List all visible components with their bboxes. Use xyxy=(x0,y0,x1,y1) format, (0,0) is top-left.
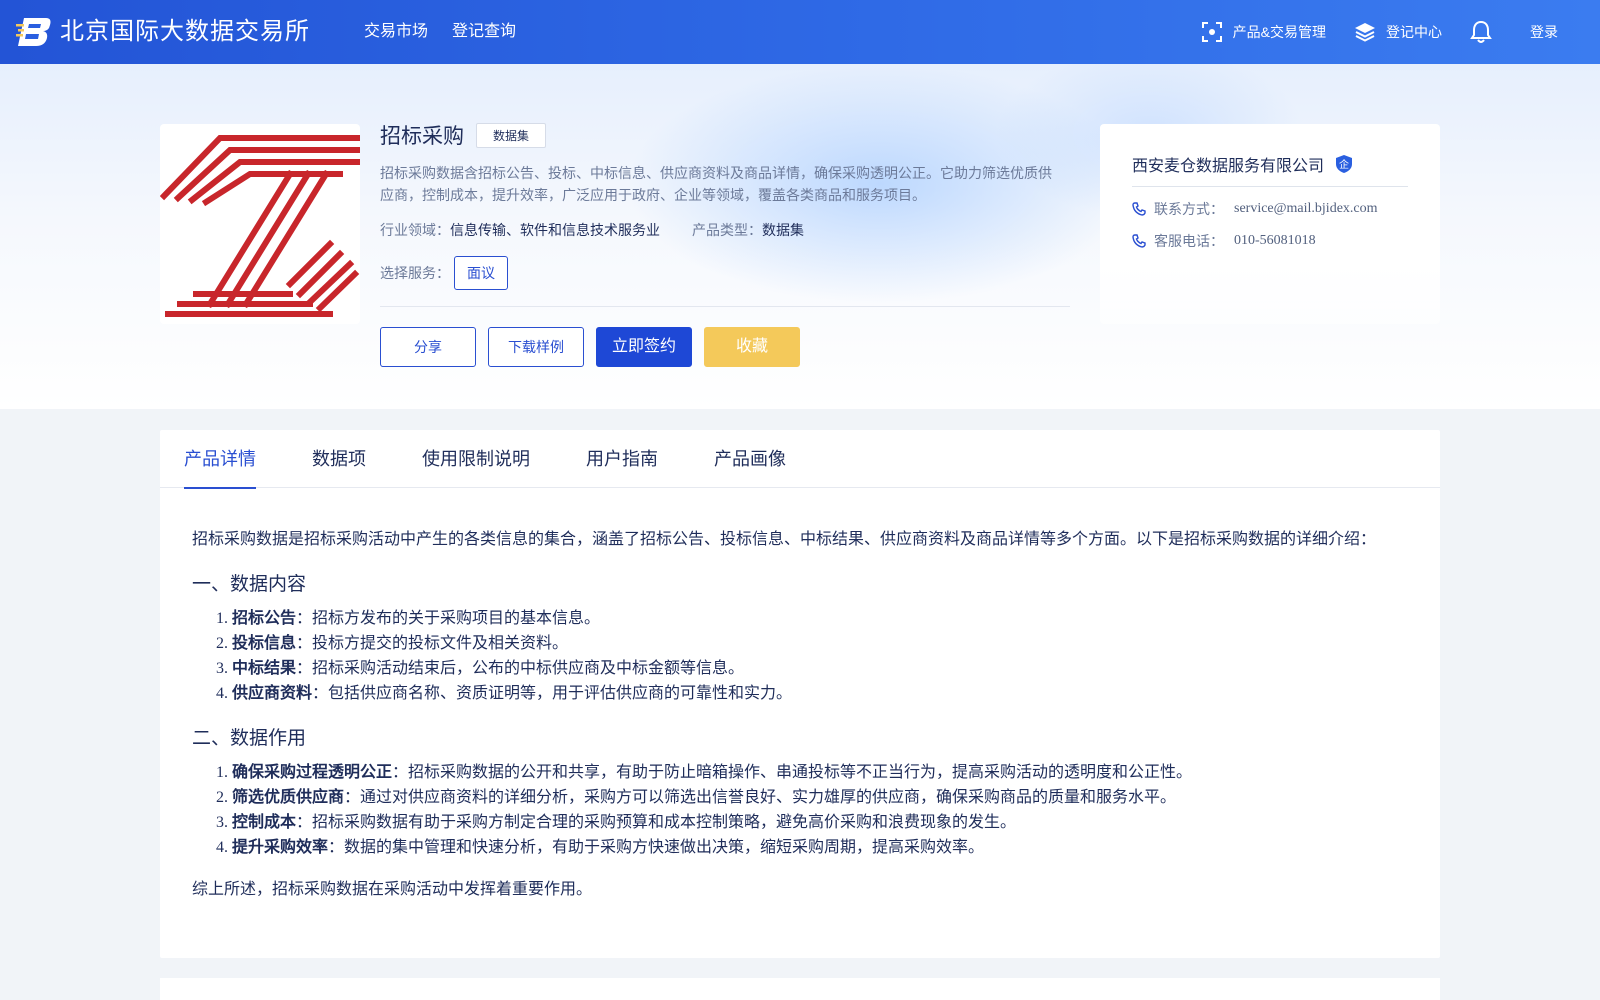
product-description: 招标采购数据含招标公告、投标、中标信息、供应商资料及商品详情，确保采购透明公正。… xyxy=(380,165,1052,203)
product-title: 招标采购 xyxy=(380,125,464,148)
main-nav: 交易市场 登记查询 xyxy=(364,20,516,44)
section-data-role-title: 二、数据作用 xyxy=(192,728,307,749)
nav-trade-market[interactable]: 交易市场 xyxy=(364,20,428,44)
list-item: 中标结果：招标采购活动结束后，公布的中标供应商及中标金额等信息。 xyxy=(232,656,1408,681)
phone-icon xyxy=(1132,234,1146,248)
scan-focus-icon xyxy=(1201,22,1222,42)
list-item-text: ：通过对供应商资料的详细分析，采购方可以筛选出信誉良好、实力雄厚的供应商，确保采… xyxy=(344,789,1177,806)
section-data-content-title: 一、数据内容 xyxy=(192,574,307,595)
download-sample-button[interactable]: 下载样例 xyxy=(488,327,584,367)
list-item: 筛选优质供应商：通过对供应商资料的详细分析，采购方可以筛选出信誉良好、实力雄厚的… xyxy=(232,785,1408,810)
login-link[interactable]: 登录 xyxy=(1530,22,1558,42)
product-type-tag: 数据集 xyxy=(476,122,547,148)
tab-usage-restrictions[interactable]: 使用限制说明 xyxy=(422,430,530,488)
nav-registry-query[interactable]: 登记查询 xyxy=(452,20,516,44)
list-item-text: ：招标采购数据的公开和共享，有助于防止暗箱操作、串通投标等不正当行为，提高采购活… xyxy=(392,764,1193,781)
list-item-term: 控制成本 xyxy=(232,814,297,831)
tab-product-details[interactable]: 产品详情 xyxy=(184,430,256,489)
detail-tabs: 产品详情 数据项 使用限制说明 用户指南 产品画像 xyxy=(160,430,1440,489)
industry-value: 信息传输、软件和信息技术服务业 xyxy=(450,222,660,238)
enterprise-badge-text: 企 xyxy=(1339,158,1349,171)
contact-email-row: 联系方式： service@mail.bjidex.com xyxy=(1132,199,1408,219)
phone-label: 客服电话： xyxy=(1154,233,1224,249)
list-item: 投标信息：投标方提交的投标文件及相关资料。 xyxy=(232,631,1408,656)
list-item: 供应商资料：包括供应商名称、资质证明等，用于评估供应商的可靠性和实力。 xyxy=(232,681,1408,706)
list-item: 提升采购效率：数据的集中管理和快速分析，有助于采购方快速做出决策，缩短采购周期，… xyxy=(232,835,1408,860)
tab-product-profile[interactable]: 产品画像 xyxy=(714,430,786,488)
user-nav: 产品&交易管理 登记中心 登录 xyxy=(1173,18,1558,46)
list-item-term: 投标信息 xyxy=(232,635,297,652)
service-selector: 选择服务： 面议 xyxy=(380,256,1068,290)
contact-label: 联系方式： xyxy=(1154,201,1224,217)
provider-z-logo-icon xyxy=(160,135,360,317)
phone-icon xyxy=(1132,202,1146,216)
layers-icon xyxy=(1355,23,1375,42)
product-meta: 行业领域：信息传输、软件和信息技术服务业 产品类型：数据集 xyxy=(380,220,1068,240)
industry-label: 行业领域： xyxy=(380,222,450,238)
registry-center-link[interactable]: 登记中心 xyxy=(1354,21,1442,43)
product-info: 招标采购 数据集 招标采购数据含招标公告、投标、中标信息、供应商资料及商品详情，… xyxy=(380,120,1070,367)
data-content-list: 招标公告：招标方发布的关于采购项目的基本信息。 投标信息：投标方提交的投标文件及… xyxy=(192,606,1408,706)
list-item-term: 确保采购过程透明公正 xyxy=(232,764,393,781)
contact-phone-row: 客服电话： 010-56081018 xyxy=(1132,231,1408,251)
product-article: 招标采购数据是招标采购活动中产生的各类信息的集合，涵盖了招标公告、投标信息、中标… xyxy=(160,488,1440,902)
service-label: 选择服务： xyxy=(380,265,450,281)
product-type-label: 产品类型： xyxy=(692,222,762,238)
tab-user-guide[interactable]: 用户指南 xyxy=(586,430,658,488)
bell-icon xyxy=(1470,20,1492,43)
list-item-text: ：包括供应商名称、资质证明等，用于评估供应商的可靠性和实力。 xyxy=(312,685,793,702)
exchange-logo-icon[interactable] xyxy=(16,14,52,48)
article-intro: 招标采购数据是招标采购活动中产生的各类信息的集合，涵盖了招标公告、投标信息、中标… xyxy=(192,531,1377,548)
list-item-term: 筛选优质供应商 xyxy=(232,789,345,806)
favorite-button[interactable]: 收藏 xyxy=(704,327,800,367)
product-hero: 招标采购 数据集 招标采购数据含招标公告、投标、中标信息、供应商资料及商品详情，… xyxy=(0,64,1600,409)
product-trade-management-link[interactable]: 产品&交易管理 xyxy=(1201,21,1326,43)
list-item-term: 提升采购效率 xyxy=(232,839,329,856)
next-section-panel xyxy=(160,978,1440,1000)
product-type-value: 数据集 xyxy=(762,222,804,238)
service-option-negotiable[interactable]: 面议 xyxy=(454,256,508,290)
product-detail-panel: 产品详情 数据项 使用限制说明 用户指南 产品画像 招标采购数据是招标采购活动中… xyxy=(160,430,1440,958)
company-name-row: 西安麦仓数据服务有限公司 企 xyxy=(1132,152,1408,176)
list-item: 招标公告：招标方发布的关于采购项目的基本信息。 xyxy=(232,606,1408,631)
card-divider xyxy=(1132,186,1408,187)
list-item-text: ：招标方发布的关于采购项目的基本信息。 xyxy=(296,610,601,627)
list-item-text: ：招标采购活动结束后，公布的中标供应商及中标金额等信息。 xyxy=(296,660,745,677)
data-role-list: 确保采购过程透明公正：招标采购数据的公开和共享，有助于防止暗箱操作、串通投标等不… xyxy=(192,760,1408,860)
sign-now-button[interactable]: 立即签约 xyxy=(596,327,692,367)
company-card: 西安麦仓数据服务有限公司 企 联系方式： service@mail.bjidex… xyxy=(1100,124,1440,324)
product-title-row: 招标采购 数据集 xyxy=(380,120,1068,150)
share-button[interactable]: 分享 xyxy=(380,327,476,367)
list-item-term: 供应商资料 xyxy=(232,685,313,702)
phone-number[interactable]: 010-56081018 xyxy=(1234,233,1316,249)
registry-center-label: 登记中心 xyxy=(1386,24,1442,40)
list-item-text: ：投标方提交的投标文件及相关资料。 xyxy=(296,635,569,652)
company-name[interactable]: 西安麦仓数据服务有限公司 xyxy=(1132,152,1324,176)
contact-email[interactable]: service@mail.bjidex.com xyxy=(1234,201,1378,217)
product-trade-management-label: 产品&交易管理 xyxy=(1232,24,1326,40)
list-item-term: 中标结果 xyxy=(232,660,297,677)
article-summary: 综上所述，招标采购数据在采购活动中发挥着重要作用。 xyxy=(192,881,593,898)
list-item-text: ：招标采购数据有助于采购方制定合理的采购预算和成本控制策略，避免高价采购和浪费现… xyxy=(296,814,1017,831)
list-item: 控制成本：招标采购数据有助于采购方制定合理的采购预算和成本控制策略，避免高价采购… xyxy=(232,810,1408,835)
info-divider xyxy=(380,306,1070,307)
list-item: 确保采购过程透明公正：招标采购数据的公开和共享，有助于防止暗箱操作、串通投标等不… xyxy=(232,760,1408,785)
site-title[interactable]: 北京国际大数据交易所 xyxy=(60,16,310,48)
product-logo xyxy=(160,124,360,324)
product-actions: 分享 下载样例 立即签约 收藏 xyxy=(380,327,1068,367)
tab-data-items[interactable]: 数据项 xyxy=(312,430,366,488)
list-item-text: ：数据的集中管理和快速分析，有助于采购方快速做出决策，缩短采购周期，提高采购效率… xyxy=(328,839,985,856)
industry-field: 行业领域：信息传输、软件和信息技术服务业 xyxy=(380,220,660,240)
list-item-term: 招标公告 xyxy=(232,610,297,627)
enterprise-verified-icon: 企 xyxy=(1336,155,1353,173)
notification-button[interactable] xyxy=(1470,20,1492,44)
product-type-field: 产品类型：数据集 xyxy=(692,220,804,240)
top-navbar: 北京国际大数据交易所 交易市场 登记查询 产品&交易管理 登记中心 登录 xyxy=(0,0,1600,64)
